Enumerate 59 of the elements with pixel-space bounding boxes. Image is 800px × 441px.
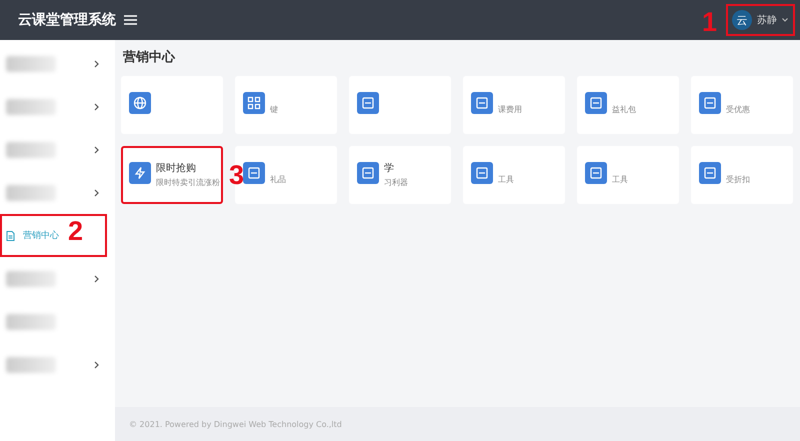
blurred-label: [6, 270, 56, 286]
card-subtitle: 键: [270, 104, 278, 115]
footer-text: © 2021. Powered by Dingwei Web Technology Co.,ltd: [129, 420, 342, 428]
document-icon: [475, 166, 489, 180]
card-subtitle: 受折扣: [726, 174, 750, 185]
card-title: 学: [384, 162, 395, 175]
blurred-label: [6, 314, 56, 330]
document-icon: [703, 166, 717, 180]
callout-number: 2: [68, 218, 84, 245]
document-icon: [703, 96, 717, 110]
chevron-icon: [94, 60, 99, 68]
blurred-label: [6, 184, 56, 200]
globe-icon: [133, 96, 147, 110]
blurred-label: [6, 356, 56, 372]
document-icon: [247, 166, 261, 180]
feature-card[interactable]: 受优惠: [691, 76, 793, 134]
card-subtitle: 限时特卖引流涨粉: [156, 177, 220, 188]
feature-card[interactable]: 键: [235, 76, 337, 134]
grid-icon: [247, 96, 261, 110]
document-icon: [589, 96, 603, 110]
blurred-label: [6, 142, 56, 158]
blurred-label: [6, 98, 56, 114]
document-icon: [361, 96, 375, 110]
card-subtitle: 受优惠: [726, 104, 750, 115]
document-icon: [6, 230, 15, 240]
feature-card[interactable]: 工具: [577, 146, 679, 204]
sidebar-item[interactable]: 营销中心 2: [0, 214, 107, 257]
app-title: 云课堂管理系统: [18, 11, 117, 29]
card-subtitle: 工具: [498, 174, 514, 185]
feature-card[interactable]: 工具: [463, 146, 565, 204]
card-subtitle: 工具: [612, 174, 628, 185]
blurred-label: [6, 56, 56, 72]
sidebar-label: 营销中心: [23, 230, 59, 242]
feature-card[interactable]: [349, 76, 451, 134]
feature-card[interactable]: 学 习利器: [349, 146, 451, 204]
feature-card[interactable]: [121, 76, 223, 134]
document-icon: [361, 166, 375, 180]
chevron-icon: [94, 146, 99, 154]
chevron-icon: [94, 188, 99, 196]
chevron-icon: [94, 360, 99, 368]
feature-card[interactable]: 受折扣: [691, 146, 793, 204]
caret-icon: [782, 18, 788, 22]
menu-icon[interactable]: [124, 15, 137, 25]
document-icon: [589, 166, 603, 180]
lightning-icon: [133, 166, 147, 180]
card-subtitle: 习利器: [384, 177, 408, 188]
chevron-icon: [94, 274, 99, 282]
card-subtitle: 益礼包: [612, 104, 636, 115]
feature-card[interactable]: 益礼包: [577, 76, 679, 134]
user-avatar: 云: [732, 10, 752, 30]
user-name: 苏静: [757, 14, 777, 27]
card-subtitle: 礼品: [270, 174, 286, 185]
card-title: 限时抢购: [156, 162, 197, 175]
card-subtitle: 课费用: [498, 104, 522, 115]
chevron-icon: [94, 102, 99, 110]
callout-number: 1: [702, 9, 718, 36]
feature-card[interactable]: 课费用: [463, 76, 565, 134]
document-icon: [475, 96, 489, 110]
page-title: 营销中心: [123, 48, 176, 66]
